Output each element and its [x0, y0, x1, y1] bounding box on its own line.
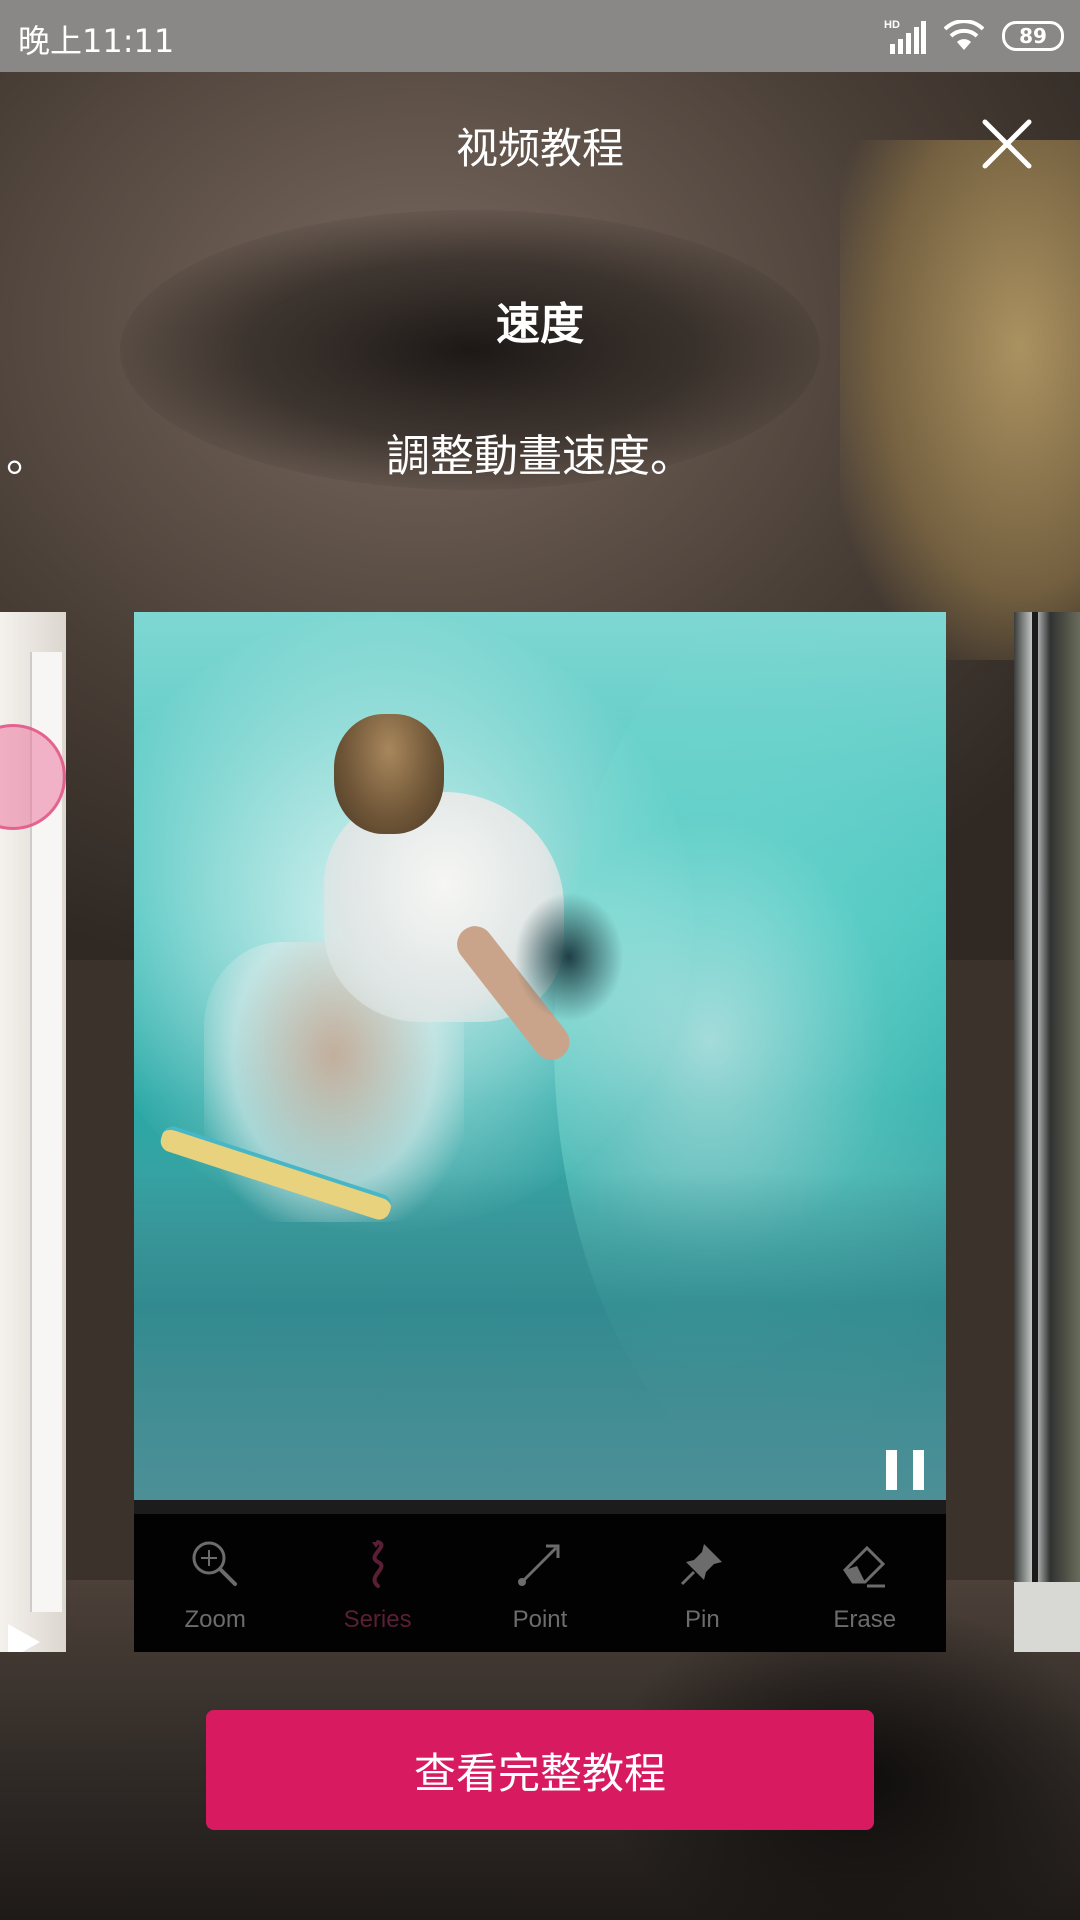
status-bar: 晚上11:11 HD 89 — [0, 0, 1080, 72]
svg-text:HD: HD — [884, 19, 900, 31]
tool-point[interactable]: Point — [470, 1514, 610, 1652]
tool-label: Pin — [685, 1606, 720, 1633]
battery-level: 89 — [1019, 24, 1047, 48]
signal-icon: HD — [884, 19, 926, 54]
system-icons: HD 89 — [884, 16, 1064, 56]
tutorial-video[interactable] — [134, 612, 946, 1500]
tutorial-video-card[interactable]: Zoom Series Point Pin Erase — [134, 612, 946, 1652]
tool-label: Erase — [833, 1606, 897, 1633]
pause-button[interactable] — [886, 1450, 924, 1490]
previous-tutorial-card[interactable] — [0, 612, 66, 1652]
slide-heading: 速度 — [496, 299, 584, 350]
erase-icon — [842, 1545, 885, 1588]
video-progress-bar[interactable] — [134, 1500, 946, 1514]
zoom-icon — [192, 1541, 238, 1586]
tool-label: Series — [343, 1606, 412, 1633]
close-button[interactable] — [975, 112, 1039, 176]
series-icon — [371, 1540, 383, 1588]
tool-series[interactable]: Series — [308, 1514, 448, 1652]
wifi-icon — [944, 20, 984, 50]
tool-zoom[interactable]: Zoom — [145, 1514, 285, 1652]
tool-label: Point — [512, 1606, 568, 1633]
next-tutorial-card[interactable] — [1014, 612, 1080, 1652]
battery-indicator: 89 — [1002, 21, 1064, 51]
view-full-tutorial-button[interactable]: 查看完整教程 — [206, 1710, 874, 1830]
slide-description: 調整動畫速度。 — [386, 431, 694, 482]
page-title: 视频教程 — [455, 124, 624, 173]
pause-icon — [886, 1450, 897, 1490]
tool-label: Zoom — [184, 1606, 246, 1633]
editor-toolbar: Zoom Series Point Pin Erase — [134, 1514, 946, 1652]
pin-icon — [681, 1544, 723, 1586]
tool-pin[interactable]: Pin — [632, 1514, 772, 1652]
point-icon — [517, 1544, 560, 1586]
tool-erase[interactable]: Erase — [795, 1514, 935, 1652]
status-time: 晚上11:11 — [18, 22, 175, 60]
play-icon[interactable] — [8, 1624, 40, 1652]
close-icon — [982, 119, 1032, 169]
